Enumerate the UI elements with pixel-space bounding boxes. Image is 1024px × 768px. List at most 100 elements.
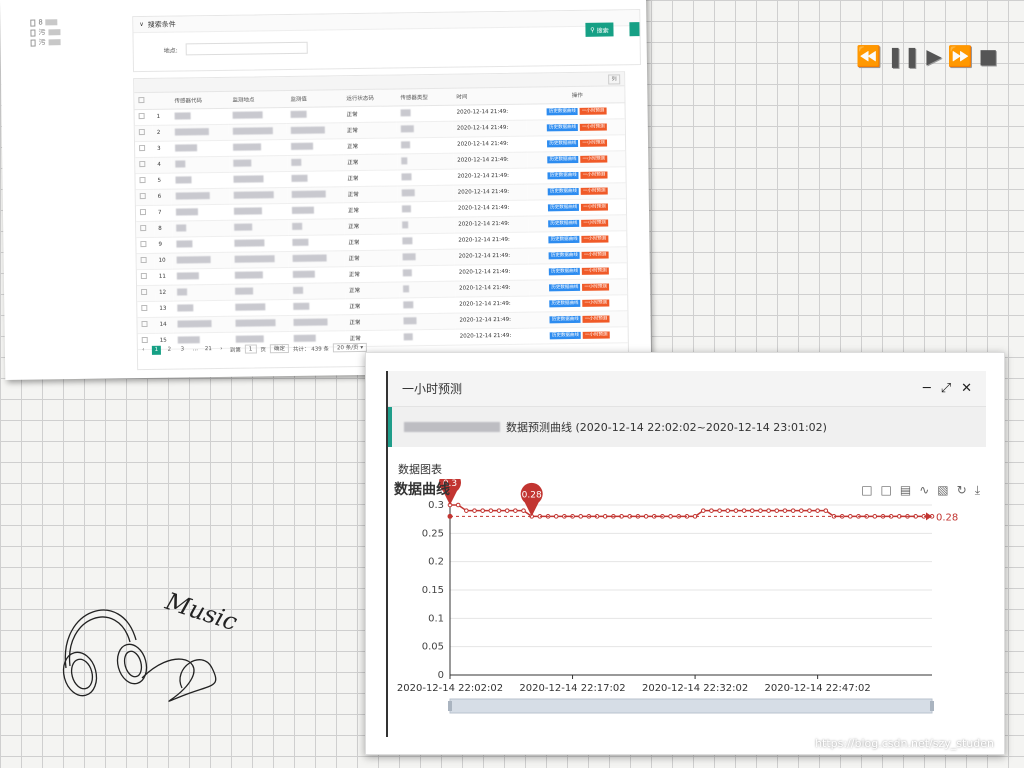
line-type-icon[interactable]: ∿ [919,483,929,498]
one-hour-predict-button[interactable]: 一小时预测 [582,299,610,307]
search-panel-header[interactable]: ∨ 搜索条件 [133,10,640,34]
row-checkbox[interactable] [139,192,146,200]
sensor-type-cell [396,136,454,154]
row-checkbox[interactable] [139,160,146,168]
row-checkbox[interactable] [141,288,148,296]
one-hour-predict-button[interactable]: 一小时预测 [580,155,608,163]
page-button[interactable]: 2 [165,346,174,355]
minimize-icon[interactable]: ─ [923,381,931,396]
one-hour-predict-button[interactable]: 一小时预测 [581,219,608,227]
one-hour-predict-button[interactable]: 一小时预测 [580,171,608,179]
history-curve-button[interactable]: 历史数据曲线 [549,331,582,339]
sensor-type-cell [399,296,456,314]
history-curve-button[interactable]: 历史数据曲线 [548,235,580,243]
one-hour-predict-button[interactable]: 一小时预测 [581,251,609,259]
column-header[interactable]: 监测值 [286,90,343,108]
data-point [790,508,796,513]
prev-page-button[interactable]: ‹ [139,346,148,355]
history-curve-button[interactable]: 历史数据曲线 [549,267,581,275]
one-hour-predict-button[interactable]: 一小时预测 [579,107,607,115]
media-controls: ⏪ ❚❚ ▶ ⏩ ■ [856,44,998,68]
history-curve-button[interactable]: 历史数据曲线 [547,123,579,131]
row-checkbox[interactable] [141,320,148,328]
play-icon[interactable]: ▶ [926,44,941,68]
row-checkbox[interactable] [138,128,145,136]
column-header[interactable]: 传感器代码 [170,91,229,109]
column-header[interactable]: 时间 [452,87,527,105]
search-button[interactable]: ⚲ 搜索 [585,22,614,37]
one-hour-predict-button[interactable]: 一小时预测 [582,283,609,291]
location-cell [229,187,288,204]
goto-confirm-button[interactable]: 确定 [269,344,290,354]
row-checkbox[interactable] [141,336,148,344]
row-checkbox[interactable] [139,176,146,184]
history-curve-button[interactable]: 历史数据曲线 [549,283,581,291]
sensor-code-cell [171,187,230,205]
row-checkbox[interactable] [139,144,146,152]
data-point [464,508,469,513]
restore-icon[interactable]: ↻ [957,483,967,498]
page-button[interactable]: 3 [178,345,187,354]
columns-button[interactable]: 列 [608,74,621,85]
one-hour-predict-button[interactable]: 一小时预测 [580,123,607,131]
close-icon[interactable]: ✕ [961,381,972,396]
tree-item[interactable]: 8 [30,17,60,27]
row-checkbox[interactable] [140,224,147,232]
sensor-code-cell [172,219,231,237]
bar-type-icon[interactable]: ▧ [937,483,948,498]
location-cell [230,218,289,236]
history-curve-button[interactable]: 历史数据曲线 [547,139,579,147]
page-size-select[interactable]: 20 条/页 ▾ [332,342,368,353]
next-page-button[interactable]: › [217,345,226,354]
location-input[interactable] [185,41,308,56]
history-curve-button[interactable]: 历史数据曲线 [546,107,578,115]
data-view-icon[interactable]: ▤ [900,483,911,498]
row-checkbox[interactable] [140,256,147,264]
history-curve-button[interactable]: 历史数据曲线 [549,299,581,307]
tree-item[interactable]: 污 [30,37,61,47]
value-cell [288,234,345,251]
value-cell [286,122,343,140]
headphones-doodle: Music [62,587,241,702]
one-hour-predict-button[interactable]: 一小时预测 [580,139,607,147]
history-curve-button[interactable]: 历史数据曲线 [547,187,580,195]
row-checkbox[interactable] [138,112,145,120]
column-header[interactable]: 监测地点 [228,91,287,108]
one-hour-predict-button[interactable]: 一小时预测 [581,235,609,243]
history-curve-button[interactable]: 历史数据曲线 [547,155,579,163]
one-hour-predict-button[interactable]: 一小时预测 [580,187,608,195]
history-curve-button[interactable]: 历史数据曲线 [548,219,580,227]
zoom-icon[interactable]: □ [861,483,872,498]
one-hour-predict-button[interactable]: 一小时预测 [582,267,609,275]
page-button[interactable]: 21 [204,345,213,354]
row-checkbox[interactable] [140,272,147,280]
history-curve-button[interactable]: 历史数据曲线 [548,251,580,259]
row-checkbox[interactable] [140,240,147,248]
goto-page-input[interactable]: 1 [244,344,257,354]
fast-forward-icon[interactable]: ⏩ [948,44,973,68]
history-curve-button[interactable]: 历史数据曲线 [547,171,579,179]
sensor-code-cell [172,251,231,269]
one-hour-predict-button[interactable]: 一小时预测 [581,203,608,211]
reset-button[interactable] [629,22,640,37]
row-checkbox[interactable] [141,304,148,312]
row-number: 2 [152,124,171,141]
history-curve-button[interactable]: 历史数据曲线 [548,203,580,211]
save-image-icon[interactable]: ⤓ [975,483,980,498]
history-curve-button[interactable]: 历史数据曲线 [549,315,581,323]
zoom-reset-icon[interactable]: □ [881,483,892,498]
page-button[interactable]: 1 [151,345,161,355]
column-header[interactable]: 传感器类型 [396,88,453,106]
location-cell [229,203,289,220]
pause-icon[interactable]: ❚❚ [887,44,921,68]
one-hour-predict-button[interactable]: 一小时预测 [582,331,610,339]
stop-icon[interactable]: ■ [979,44,998,68]
one-hour-predict-button[interactable]: 一小时预测 [582,315,610,323]
tree-item[interactable]: 污 [30,27,61,37]
row-checkbox[interactable] [139,208,147,216]
rewind-icon[interactable]: ⏪ [856,44,881,68]
select-all-checkbox[interactable] [138,96,145,103]
maximize-icon[interactable]: ⤢ [941,381,951,396]
column-header[interactable]: 运行状态码 [342,89,397,107]
data-point [717,508,722,513]
